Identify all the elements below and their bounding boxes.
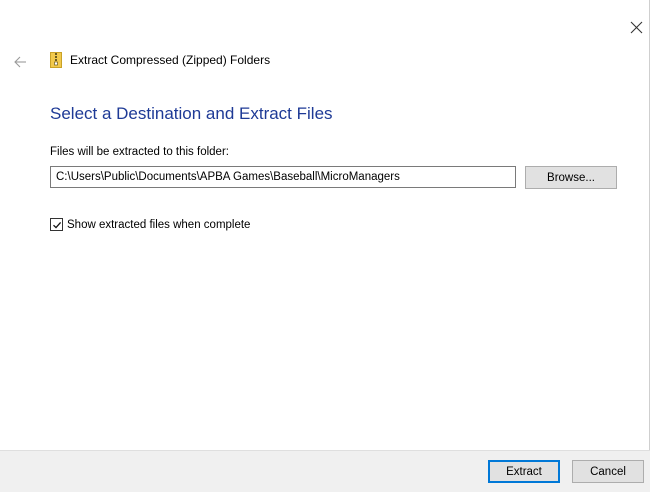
extract-button[interactable]: Extract xyxy=(488,460,560,483)
back-button[interactable] xyxy=(12,54,28,70)
page-heading: Select a Destination and Extract Files xyxy=(50,104,333,123)
show-files-checkbox[interactable] xyxy=(50,218,63,231)
browse-button[interactable]: Browse... xyxy=(525,166,617,189)
checkmark-icon xyxy=(52,221,61,229)
zip-folder-icon xyxy=(50,52,62,68)
show-files-option[interactable]: Show extracted files when complete xyxy=(50,218,250,231)
close-icon xyxy=(630,21,642,33)
wizard-title: Extract Compressed (Zipped) Folders xyxy=(70,53,271,67)
extract-wizard-window: Extract Compressed (Zipped) Folders Sele… xyxy=(0,0,650,492)
wizard-title-row: Extract Compressed (Zipped) Folders xyxy=(50,52,270,68)
close-button[interactable] xyxy=(623,14,649,40)
destination-label: Files will be extracted to this folder: xyxy=(50,146,229,158)
dialog-footer: Extract Cancel xyxy=(0,450,650,492)
show-files-label: Show extracted files when complete xyxy=(67,218,251,231)
cancel-button[interactable]: Cancel xyxy=(572,460,644,483)
arrow-left-icon xyxy=(13,56,26,68)
destination-path-input[interactable] xyxy=(50,166,516,188)
